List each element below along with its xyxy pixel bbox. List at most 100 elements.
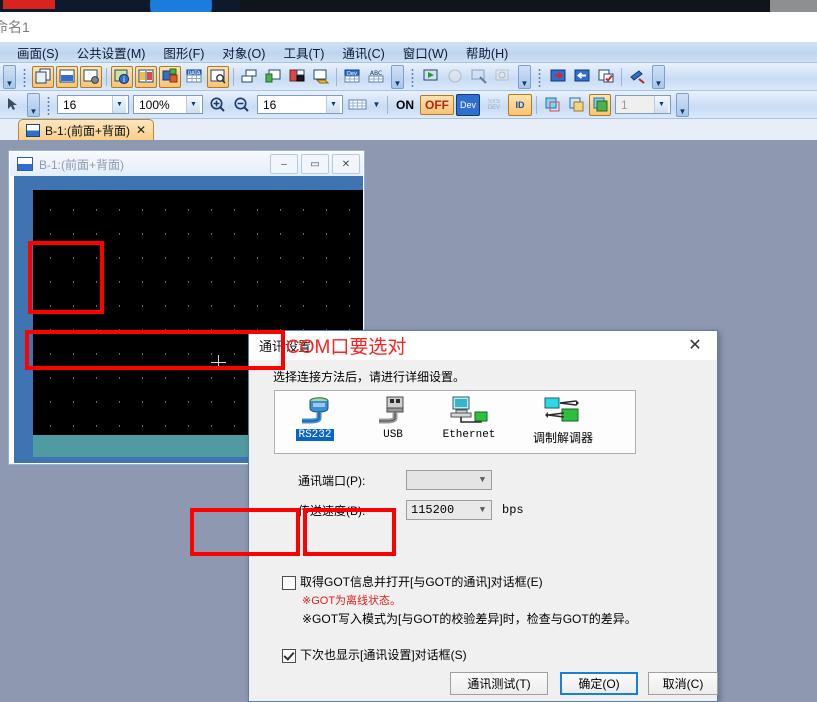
toolbar-secondary: ▼ 16 ▼ 100% ▼ 16 ▼ ▼ ON OFF Dev SYS DEV … [0,91,817,119]
chevron-down-icon[interactable]: ▼ [112,96,126,113]
speed-combo[interactable]: 115200 ▼ [406,500,492,520]
font-size-combo[interactable]: 16 ▼ [57,95,129,114]
toolbar-group-settings: i DATA [110,65,230,89]
mdi-restore-button[interactable]: ▭ [301,154,329,174]
grid-size-combo[interactable]: 16 ▼ [257,95,343,114]
toolbar-overflow-1[interactable]: ▼ [391,64,404,89]
mdi-close-button[interactable]: ✕ [332,154,360,174]
toolbar-overflow-left[interactable]: ▼ [3,64,16,89]
open-screen-icon[interactable] [56,65,78,88]
modem-icon [542,394,584,428]
simulate-stop-icon[interactable] [444,66,466,88]
conn-rs232[interactable]: RS232 [279,394,351,450]
toolbar-grip-3[interactable] [537,66,544,87]
simulate-settings-icon[interactable] [468,66,490,88]
layer-back-icon[interactable] [565,94,587,116]
got-info-checkbox[interactable] [282,576,296,590]
toolbar2-overflow-left[interactable]: ▼ [27,92,40,117]
menu-common[interactable]: 公共设置(M) [68,41,155,64]
mdi-titlebar[interactable]: B-1:(前面+背面) – ▭ ✕ [10,152,363,176]
zoom-out-icon[interactable] [230,94,252,116]
chevron-down-icon[interactable]: ▼ [474,471,491,489]
workspace: B-1:(前面+背面) – ▭ ✕ 通讯设置 ✕ 选择连接方法后，请进行详细设置… [0,140,817,702]
cancel-button[interactable]: 取消(C) [648,672,718,695]
state-on-button[interactable]: ON [392,96,418,114]
got-info-checkbox-label: 取得GOT信息并打开[与GOT的通讯]对话框(E) [300,575,543,589]
menu-help[interactable]: 帮助(H) [457,41,517,64]
conn-usb-label: USB [383,429,403,441]
verify-got-icon[interactable] [595,66,617,88]
chevron-down-icon[interactable]: ▼ [474,501,491,519]
layer-both-icon[interactable] [589,93,611,116]
tab-close-icon[interactable]: ✕ [136,123,146,137]
show-next-checkbox[interactable] [282,649,296,663]
chevron-down-icon[interactable]: ▼ [326,96,340,113]
simulate-start-icon[interactable] [420,66,442,88]
toolbar-primary: ▼ i DATA Dev ABC ▼ ▼ ▼ [0,63,817,91]
dialog-hint-text: 选择连接方法后，请进行详细设置。 [273,370,466,384]
menu-object[interactable]: 对象(O) [213,41,274,64]
object-id-label: ID [515,99,525,110]
system-info-icon[interactable]: i [111,65,133,88]
zoom-in-icon[interactable] [206,94,228,116]
dialog-body: 选择连接方法后，请进行详细设置。 RS232 USB Ethernet 调制解调… [250,360,718,700]
document-tabstrip: B-1:(前面+背面) ✕ [0,119,817,140]
show-next-checkbox-row[interactable]: 下次也显示[通讯设置]对话框(S) [282,648,692,663]
mdi-minimize-button[interactable]: – [270,154,298,174]
got-verify-note-text: ※GOT写入模式为[与GOT的校验差异]时，检查与GOT的差异。 [302,612,637,626]
object-library-icon[interactable] [286,66,308,88]
data-view-icon[interactable]: DATA [183,66,205,88]
toolbar-separator-1 [106,67,107,86]
preview-icon[interactable] [207,65,229,88]
new-screen-icon[interactable] [32,65,54,88]
layer-number-combo[interactable]: 1 ▼ [615,95,671,114]
abc-text-icon[interactable]: ABC [365,66,387,88]
object-id-icon[interactable]: ID [508,93,532,116]
toolbar2-grip-1[interactable] [46,94,53,115]
svg-text:i: i [122,75,124,84]
write-to-got-icon[interactable] [547,66,569,88]
conn-modem-label: 调制解调器 [532,431,593,445]
toolbar-overflow-3[interactable]: ▼ [652,64,665,89]
state-off-button[interactable]: OFF [420,94,454,115]
menu-communication[interactable]: 通讯(C) [333,41,393,64]
pointer-tool-icon[interactable] [1,94,23,116]
simulate-info-icon[interactable] [492,66,514,88]
connection-method-panel: RS232 USB Ethernet 调制解调器 [274,390,636,454]
screen-properties-icon[interactable] [80,65,102,88]
menu-screen[interactable]: 画面(S) [8,41,68,64]
conn-usb[interactable]: USB [357,394,429,450]
device-label-icon[interactable]: Dev [341,66,363,88]
system-device-view-icon[interactable]: SYS DEV [482,94,506,116]
export-icon[interactable] [310,66,332,88]
tab-b1[interactable]: B-1:(前面+背面) ✕ [18,119,155,140]
toolbar-overflow-2[interactable]: ▼ [518,64,531,89]
menu-tool[interactable]: 工具(T) [274,41,333,64]
toolbar-separator-2 [233,67,234,86]
ok-button[interactable]: 确定(O) [560,672,638,695]
grid-display-icon[interactable] [346,94,368,116]
read-from-got-icon[interactable] [571,66,593,88]
port-combo[interactable]: ▼ [406,470,492,490]
communication-test-button[interactable]: 通讯测试(T) [450,672,548,695]
communication-setup-icon[interactable] [626,66,648,88]
layer-front-icon[interactable] [541,94,563,116]
conn-modem[interactable]: 调制解调器 [513,394,613,450]
menu-window[interactable]: 窗口(W) [394,41,457,64]
grid-dropdown-icon[interactable]: ▼ [370,94,383,116]
conn-ethernet[interactable]: Ethernet [433,394,505,450]
toolbar2-overflow-right[interactable]: ▼ [676,92,689,117]
common-settings-icon[interactable] [135,65,157,88]
chevron-down-icon[interactable]: ▼ [654,96,668,113]
menu-figure[interactable]: 图形(F) [154,41,213,64]
toolbar-grip-2[interactable] [410,66,417,87]
chevron-down-icon[interactable]: ▼ [186,96,200,113]
close-icon[interactable]: ✕ [673,331,717,359]
device-settings-icon[interactable] [159,65,181,88]
duplicate-icon[interactable] [238,66,260,88]
toolbar-grip-1[interactable] [22,66,29,87]
got-info-checkbox-row[interactable]: 取得GOT信息并打开[与GOT的通讯]对话框(E) [282,575,692,590]
import-icon[interactable] [262,66,284,88]
device-view-icon[interactable]: Dev [456,93,480,116]
zoom-combo[interactable]: 100% ▼ [133,95,203,114]
